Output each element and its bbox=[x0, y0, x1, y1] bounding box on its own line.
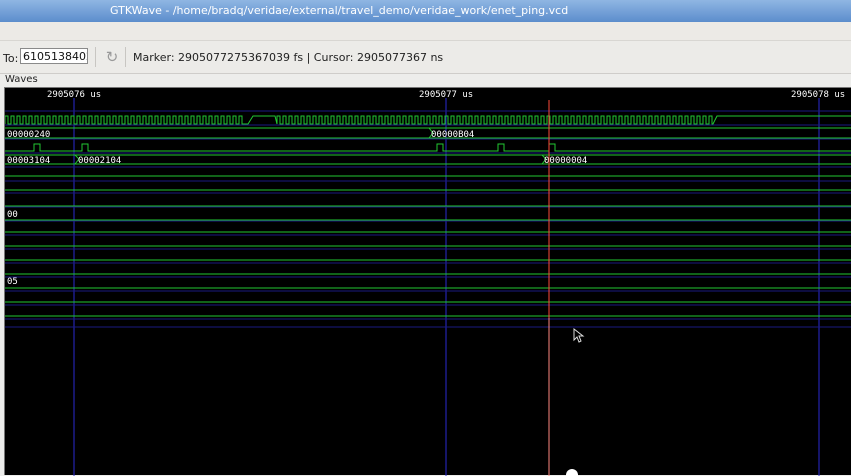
bus-value-label: 00000240 bbox=[7, 130, 50, 140]
toolbar-separator bbox=[95, 47, 96, 67]
window-titlebar[interactable]: GTKWave - /home/bradq/veridae/external/t… bbox=[0, 0, 851, 22]
marker-cursor-readout: Marker: 2905077275367039 fs | Cursor: 29… bbox=[133, 51, 444, 64]
waveform-svg[interactable]: 2905076 us 2905077 us 2905078 us 0000024… bbox=[5, 88, 851, 476]
reload-icon: ↻ bbox=[105, 48, 119, 66]
menu-bar bbox=[0, 22, 851, 41]
mouse-pointer-icon bbox=[573, 327, 585, 343]
toolbar-separator bbox=[125, 47, 126, 67]
flat-signal-traces[interactable] bbox=[5, 175, 851, 317]
timeline-label: 2905078 us bbox=[791, 90, 845, 100]
bus-value-label: 05 bbox=[7, 277, 18, 287]
reload-button[interactable]: ↻ bbox=[101, 47, 123, 67]
clock-signal-trace[interactable] bbox=[5, 115, 851, 125]
bus-signal-row[interactable] bbox=[5, 127, 851, 139]
pulse-signal-trace[interactable] bbox=[5, 143, 851, 152]
toolbar: To: ↻ Marker: 2905077275367039 fs | Curs… bbox=[0, 41, 851, 74]
to-time-input[interactable] bbox=[20, 48, 88, 64]
bus-value-label: 00000004 bbox=[544, 156, 587, 166]
waves-panel-label: Waves bbox=[5, 74, 38, 85]
waveform-canvas[interactable]: 2905076 us 2905077 us 2905078 us 0000024… bbox=[4, 87, 851, 476]
bus-value-label: 00002104 bbox=[78, 156, 121, 166]
bus-value-label: 00000B04 bbox=[431, 130, 474, 140]
bus-value-label: 00 bbox=[7, 210, 18, 220]
window-title: GTKWave - /home/bradq/veridae/external/t… bbox=[110, 4, 569, 17]
to-label: To: bbox=[3, 52, 19, 65]
bus-signal-row[interactable] bbox=[5, 154, 851, 165]
bus-value-label: 00003104 bbox=[7, 156, 50, 166]
